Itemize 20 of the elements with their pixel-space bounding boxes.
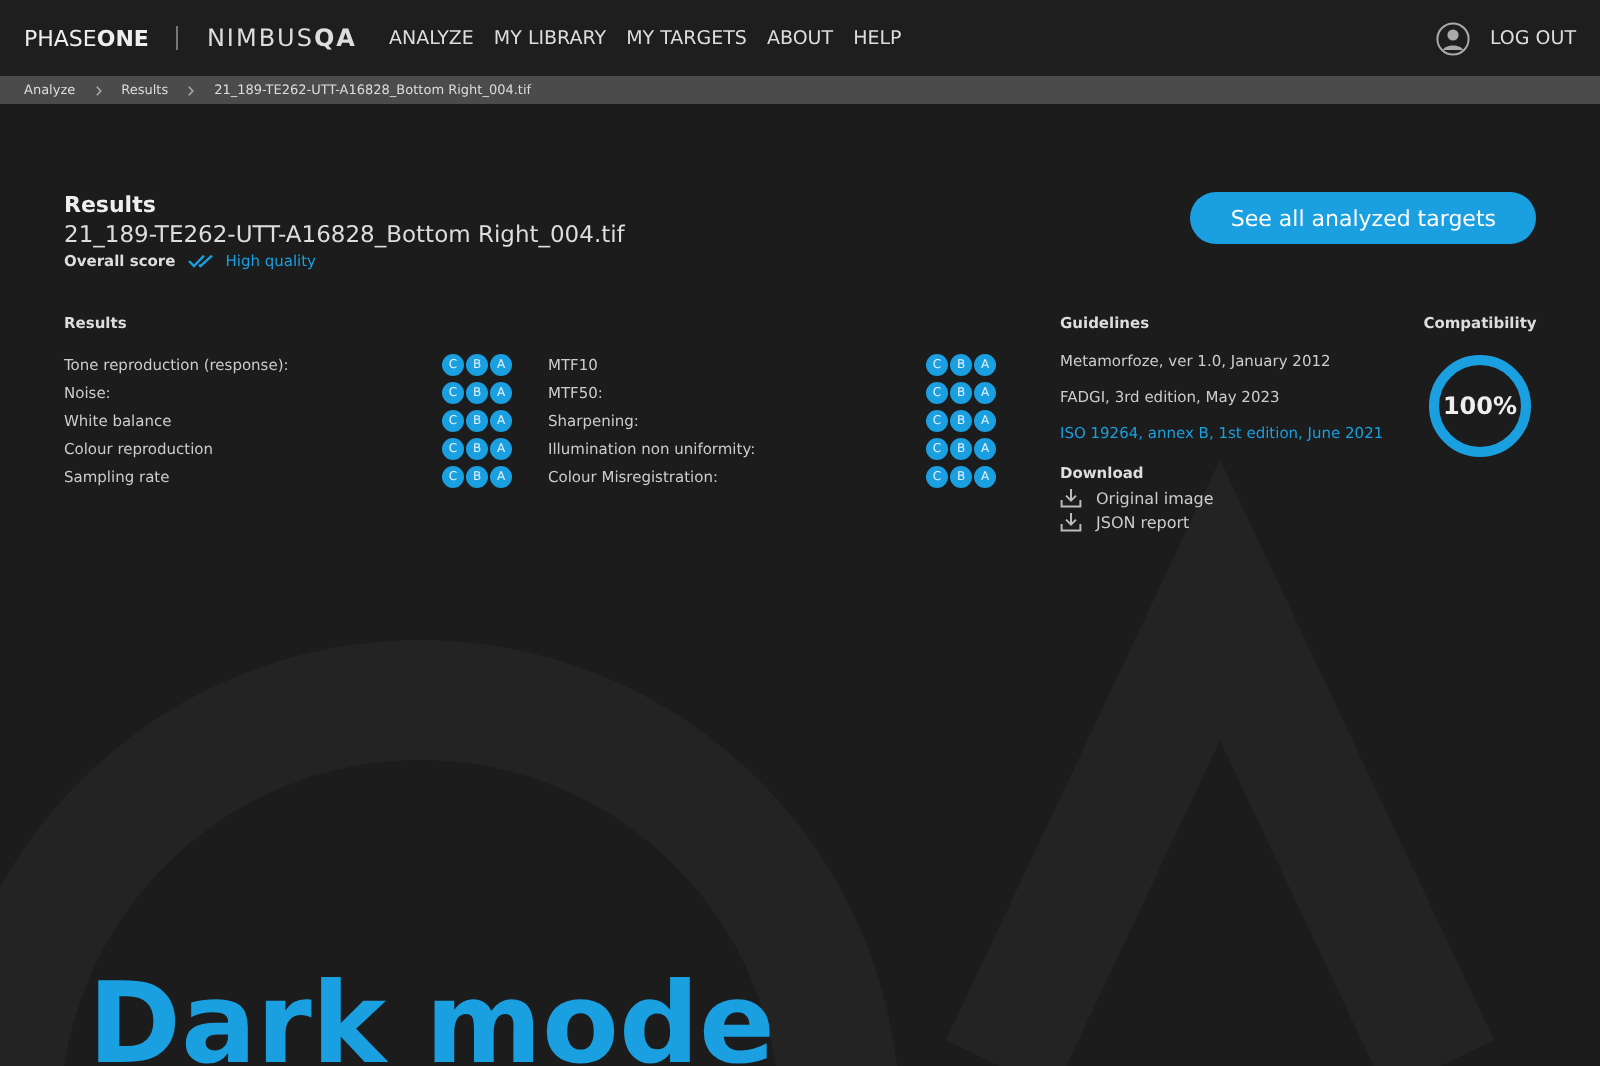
brand-logo: PHASEONE xyxy=(24,25,149,51)
download-icon xyxy=(1060,488,1082,508)
download-link[interactable]: Original image xyxy=(1060,488,1396,508)
user-avatar-icon[interactable] xyxy=(1435,21,1470,55)
chevron-icon xyxy=(188,85,195,95)
nav-link[interactable]: HELP xyxy=(853,27,902,49)
nav-link[interactable]: MY LIBRARY xyxy=(493,27,607,49)
banner-text: Dark mode xyxy=(88,960,776,1066)
download-icon xyxy=(1060,512,1082,532)
compatibility-value: 100% xyxy=(1442,392,1518,420)
nav-link[interactable]: MY TARGETS xyxy=(626,27,747,49)
chevron-icon xyxy=(95,85,102,95)
nav-link[interactable]: ANALYZE xyxy=(388,27,474,49)
file-name: 21_189-TE262-UTT-A16828_Bottom Right_004.tif xyxy=(64,220,625,248)
nav-link[interactable]: ABOUT xyxy=(766,27,834,49)
download-link[interactable]: JSON report xyxy=(1060,512,1396,532)
logout-link[interactable]: LOG OUT xyxy=(1489,27,1576,49)
page-title: Results xyxy=(64,192,158,218)
double-check-icon xyxy=(187,254,214,268)
product-logo: NIMBUSQA xyxy=(206,24,357,52)
